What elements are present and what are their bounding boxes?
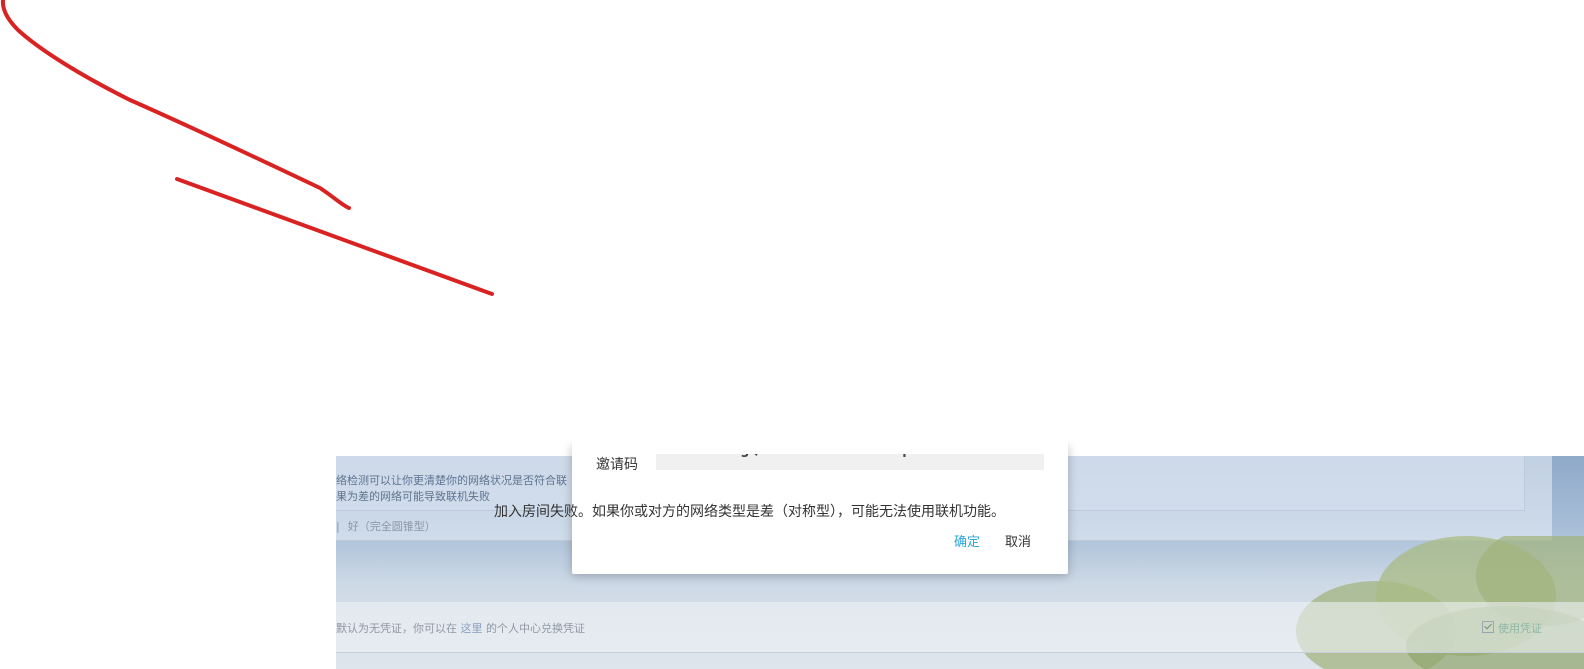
network-status-value: 好（完全圆锥型） <box>347 520 436 533</box>
invite-code-label: 邀请码 <box>596 457 638 473</box>
voucher-text-suffix: 的个人中心兑换凭证 <box>486 622 585 635</box>
bottom-divider <box>336 652 1584 653</box>
crop-cover <box>572 430 1068 454</box>
voucher-text-prefix: 默认为无凭证，你可以在 <box>336 622 457 635</box>
network-status: | 好（完全圆锥型） <box>336 518 436 534</box>
voucher-redeem-link[interactable]: 这里 <box>461 622 483 635</box>
network-hint-line2: 果为差的网络可能导致联机失败 <box>336 490 490 503</box>
checkbox-icon <box>1482 621 1494 633</box>
confirm-button[interactable]: 确定 <box>954 531 980 550</box>
annotation-stroke-curve <box>0 0 351 210</box>
voucher-hint: 默认为无凭证，你可以在 这里 的个人中心兑换凭证 <box>336 620 585 636</box>
cancel-button[interactable]: 取消 <box>1005 531 1031 550</box>
join-room-failed-dialog: 邀请码 mix0G0bWgQDkh2WuhRvelcuRtps#52479 加入… <box>494 444 1068 574</box>
use-voucher-checkbox[interactable]: 使用凭证 <box>1482 620 1542 636</box>
use-voucher-label: 使用凭证 <box>1498 622 1542 635</box>
error-message: 加入房间失败。如果你或对方的网络类型是差（对称型），可能无法使用联机功能。 <box>494 503 1005 519</box>
network-hint-line1: 络检测可以让你更清楚你的网络状况是否符合联 <box>336 474 567 487</box>
network-status-prefix: | <box>336 520 340 533</box>
